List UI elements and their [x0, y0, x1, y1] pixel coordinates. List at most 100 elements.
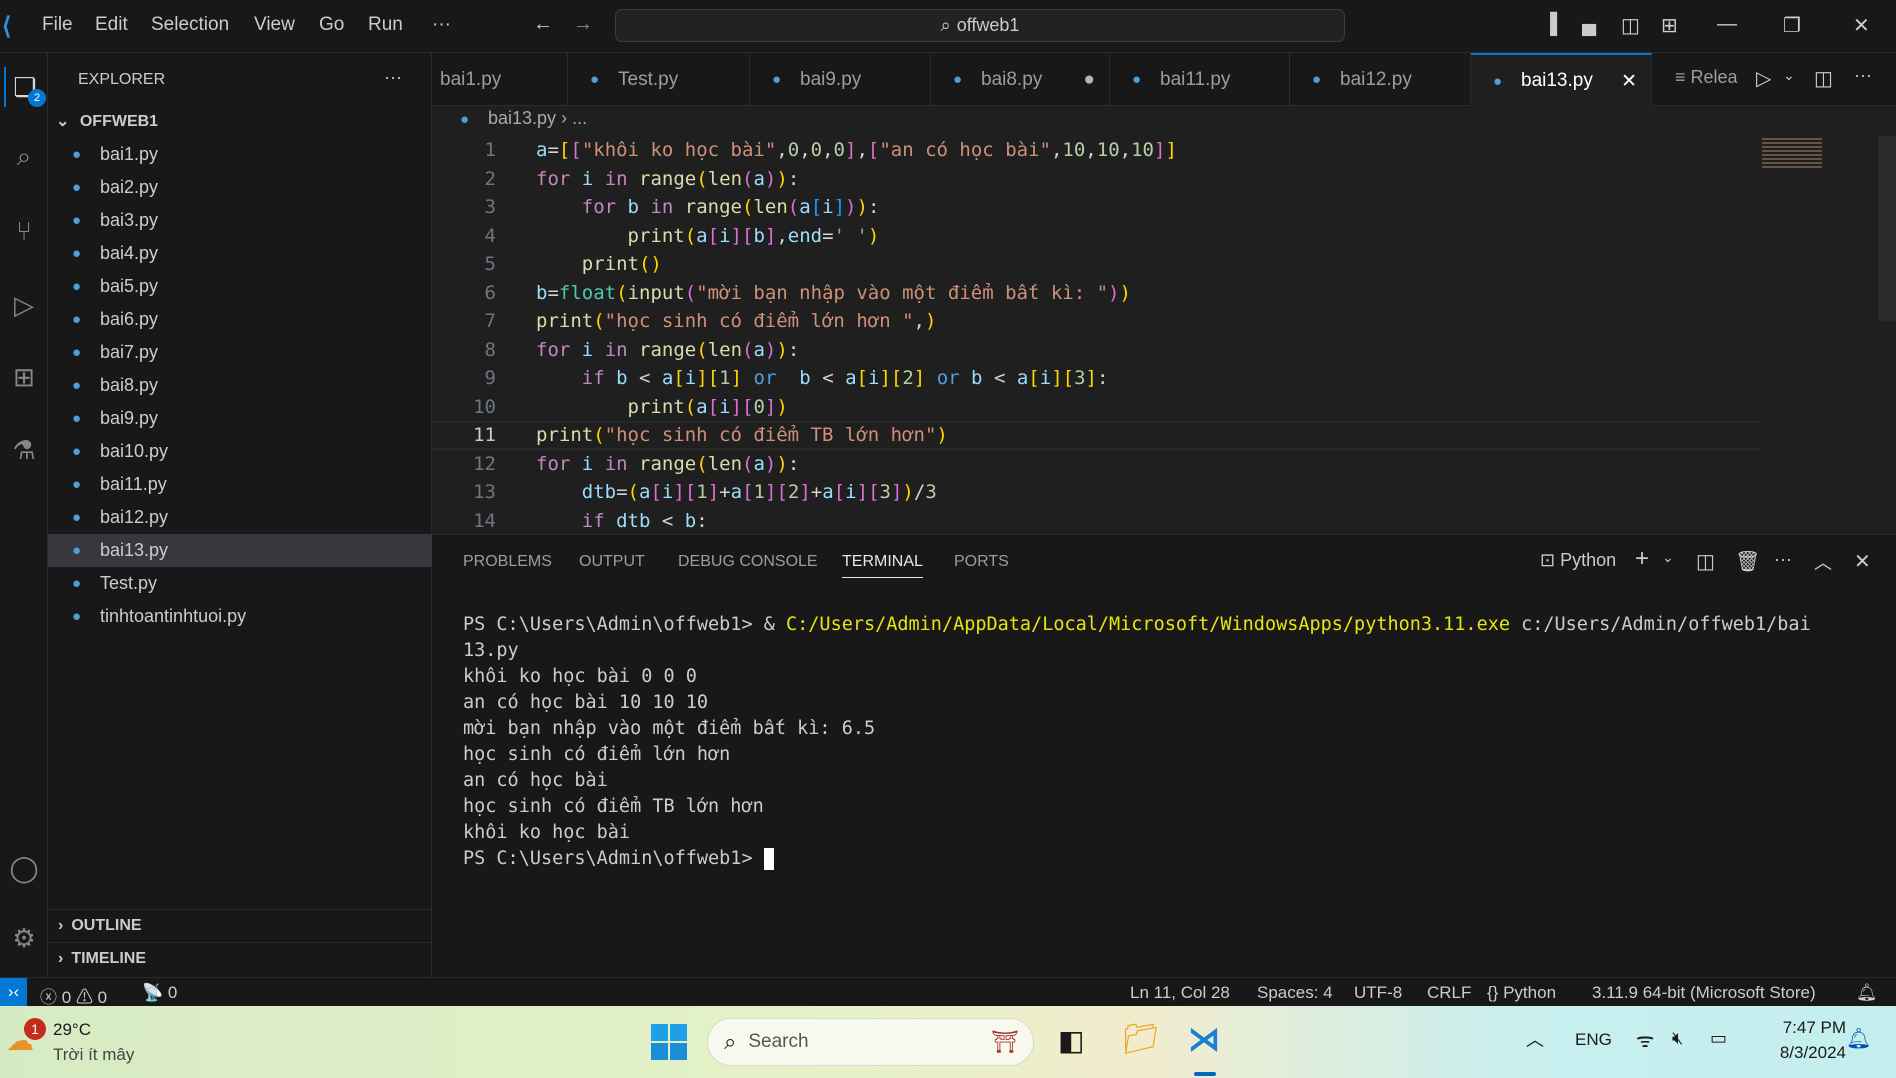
menu-view[interactable]: View [254, 14, 295, 36]
tab-bai1-py[interactable]: bai1.py [432, 53, 568, 106]
tab-ports[interactable]: PORTS [954, 553, 1009, 571]
timeline-section[interactable]: › TIMELINE [48, 942, 432, 975]
settings-gear-icon[interactable]: ⚙ [4, 918, 44, 958]
explorer-icon[interactable]: ❏ 2 [4, 67, 46, 107]
tab-bai8-py[interactable]: ● bai8.py ● [931, 53, 1110, 106]
file-item[interactable]: ● bai4.py [48, 237, 432, 270]
python-interpreter[interactable]: 3.11.9 64-bit (Microsoft Store) [1592, 983, 1816, 1003]
file-item[interactable]: ● bai9.py [48, 402, 432, 435]
forward-arrow-icon[interactable]: → [573, 13, 593, 36]
volume-muted-icon[interactable]: 🔇︎ [1672, 1028, 1683, 1049]
command-center-search[interactable]: ⌕ offweb1 [615, 9, 1345, 42]
file-item[interactable]: ● bai11.py [48, 468, 432, 501]
terminal-profile[interactable]: ⊡ Python [1540, 550, 1616, 571]
file-item[interactable]: ● bai5.py [48, 270, 432, 303]
weather-desc[interactable]: Trời ít mây [53, 1045, 134, 1065]
new-terminal-icon[interactable]: + [1635, 545, 1649, 573]
menu-selection[interactable]: Selection [151, 14, 229, 36]
minimap[interactable] [1762, 138, 1822, 168]
input-language[interactable]: ENG [1575, 1030, 1612, 1050]
file-item[interactable]: ● bai7.py [48, 336, 432, 369]
weather-temp[interactable]: 29°C [53, 1020, 91, 1040]
outline-section[interactable]: › OUTLINE [48, 909, 432, 942]
indentation[interactable]: Spaces: 4 [1257, 983, 1333, 1003]
start-windows-icon[interactable] [651, 1024, 687, 1060]
task-view-icon[interactable]: ◧ [1058, 1024, 1084, 1057]
kill-terminal-trash-icon[interactable]: 🗑 [1735, 549, 1760, 574]
extensions-icon[interactable]: ⊞ [4, 357, 44, 397]
close-tab-icon[interactable]: ✕ [1621, 70, 1637, 93]
tab-bai11-py[interactable]: ● bai11.py [1110, 53, 1290, 106]
tab-debug-console[interactable]: DEBUG CONSOLE [678, 553, 818, 571]
cursor-position[interactable]: Ln 11, Col 28 [1130, 983, 1230, 1003]
run-python-file-icon[interactable]: ▷ [1756, 66, 1771, 91]
file-item[interactable]: ● Test.py [48, 567, 432, 600]
battery-charging-icon[interactable]: ▭ [1710, 1028, 1727, 1049]
show-hidden-icons-chevron-up-icon[interactable]: ︿ [1526, 1026, 1544, 1052]
back-arrow-icon[interactable]: ← [533, 13, 553, 36]
taskbar-search[interactable]: ⌕ Search ⛩ [707, 1018, 1034, 1066]
terminal-dropdown-chevron-icon[interactable]: ⌄ [1662, 549, 1674, 566]
source-control-icon[interactable]: ⑂ [4, 211, 44, 251]
language-mode[interactable]: {} Python [1487, 983, 1556, 1003]
code-editor[interactable]: 1 a=[["khôi ko học bài",0,0,0],["an có họ… [432, 136, 1896, 534]
ports-status[interactable]: 📡 0 [142, 983, 177, 1003]
restore-icon[interactable]: ❐ [1783, 13, 1801, 38]
file-item[interactable]: ● bai13.py [48, 534, 432, 567]
run-chevron-down-icon[interactable]: ⌄ [1783, 67, 1795, 84]
split-terminal-icon[interactable]: ◫ [1696, 549, 1715, 574]
vscode-taskbar-icon[interactable]: ⋊ [1188, 1020, 1220, 1058]
menu-edit[interactable]: Edit [95, 14, 128, 36]
close-window-icon[interactable]: ✕ [1853, 13, 1870, 38]
explorer-more-button[interactable]: ··· [384, 67, 402, 88]
menu-more[interactable]: ··· [432, 14, 451, 36]
tab-bai13-py[interactable]: ● bai13.py ✕ [1471, 53, 1652, 107]
close-panel-icon[interactable]: ✕ [1854, 549, 1871, 574]
split-editor-icon[interactable]: ◫ [1814, 66, 1833, 91]
editor-scrollbar[interactable] [1878, 136, 1896, 321]
menu-run[interactable]: Run [368, 14, 403, 36]
tab-problems[interactable]: PROBLEMS [463, 553, 552, 571]
accounts-icon[interactable]: ◯ [4, 848, 44, 888]
file-item[interactable]: ● bai3.py [48, 204, 432, 237]
file-item[interactable]: ● bai1.py [48, 138, 432, 171]
release-button[interactable]: ≡ Relea [1675, 67, 1738, 88]
folder-offweb1[interactable]: ⌄ OFFWEB1 [56, 111, 158, 131]
toggle-secondary-sidebar-icon[interactable]: ◫ [1621, 13, 1640, 38]
tab-terminal[interactable]: TERMINAL [842, 553, 923, 578]
testing-flask-icon[interactable]: ⚗ [4, 430, 44, 470]
more-actions-icon[interactable]: ··· [1854, 65, 1872, 86]
panel-more-icon[interactable]: ··· [1774, 549, 1792, 570]
encoding[interactable]: UTF-8 [1354, 983, 1402, 1003]
problems-status[interactable]: ⓧ 0 ⚠ 0 [40, 983, 107, 1008]
clock-time[interactable]: 7:47 PM [1768, 1018, 1846, 1038]
breadcrumb-file[interactable]: bai13.py [488, 108, 556, 128]
customize-layout-icon[interactable]: ⊞ [1661, 13, 1678, 38]
breadcrumb-symbol[interactable]: ... [572, 108, 587, 128]
notifications-bell-icon[interactable]: 🔔︎ [1856, 983, 1878, 1003]
toggle-primary-sidebar-icon[interactable]: ▐ [1543, 13, 1557, 36]
file-item[interactable]: ● bai10.py [48, 435, 432, 468]
maximize-panel-chevron-up-icon[interactable]: ︿ [1814, 549, 1832, 575]
end-of-line[interactable]: CRLF [1427, 983, 1471, 1003]
search-icon[interactable]: ⌕ [4, 137, 44, 177]
file-item[interactable]: ● bai6.py [48, 303, 432, 336]
file-item[interactable]: ● bai8.py [48, 369, 432, 402]
menu-go[interactable]: Go [319, 14, 344, 36]
file-explorer-icon[interactable]: 📁︎ [1122, 1022, 1160, 1057]
notification-bell-icon[interactable]: 🔔︎ [1846, 1026, 1871, 1051]
tab-bai12-py[interactable]: ● bai12.py [1290, 53, 1471, 106]
unsaved-dot-icon[interactable]: ● [1084, 69, 1095, 91]
terminal-output[interactable]: PS C:\Users\Admin\offweb1> & C:/Users/Ad… [463, 612, 1811, 872]
file-item[interactable]: ● bai12.py [48, 501, 432, 534]
toggle-panel-icon[interactable]: ▄ [1582, 13, 1596, 36]
file-item[interactable]: ● tinhtoantinhtuoi.py [48, 600, 432, 633]
minimize-icon[interactable]: — [1717, 13, 1737, 36]
tab-bai9-py[interactable]: ● bai9.py [750, 53, 931, 106]
tab-test-py[interactable]: ● Test.py [568, 53, 750, 106]
tab-output[interactable]: OUTPUT [579, 553, 645, 571]
remote-indicator-icon[interactable]: ›‹ [0, 978, 27, 1006]
file-item[interactable]: ● bai2.py [48, 171, 432, 204]
clock-date[interactable]: 8/3/2024 [1756, 1043, 1846, 1063]
run-debug-icon[interactable]: ▷ [4, 285, 44, 325]
